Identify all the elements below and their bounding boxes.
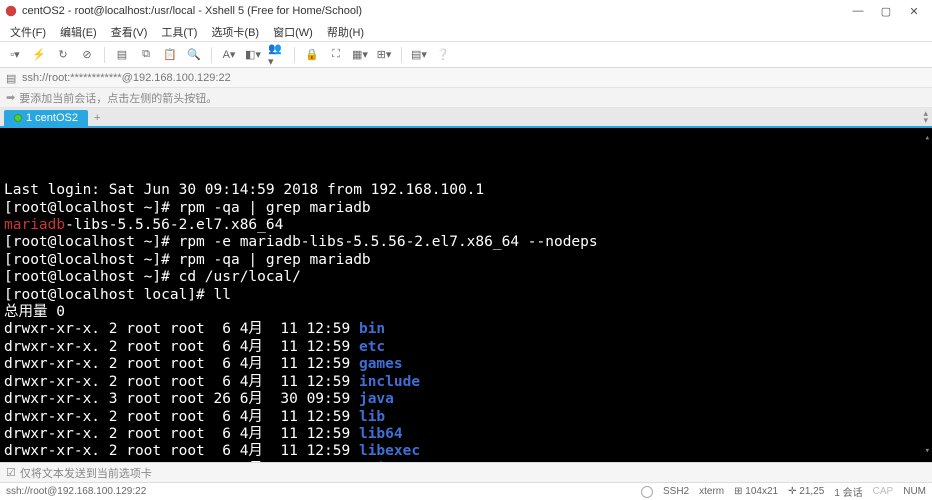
help-icon[interactable]: ❔ — [434, 46, 452, 64]
fullscreen-icon[interactable]: ⛶ — [327, 46, 345, 64]
address-text[interactable]: ssh://root:************@192.168.100.129:… — [22, 72, 231, 84]
status-size: ⊞ 104x21 — [734, 486, 778, 497]
titlebar: centOS2 - root@localhost:/usr/local - Xs… — [0, 0, 932, 22]
tab-label: 1 centOS2 — [26, 112, 78, 124]
status-num: NUM — [903, 486, 926, 497]
minimize-button[interactable]: — — [844, 1, 872, 21]
disconnect-icon[interactable]: ⊘ — [78, 46, 96, 64]
layout-icon[interactable]: ▦▾ — [351, 46, 369, 64]
palette-icon[interactable]: ◧▾ — [244, 46, 262, 64]
cursor-icon: ✛ — [788, 486, 796, 497]
menu-tools[interactable]: 工具(T) — [155, 22, 203, 42]
paste-icon[interactable]: 📋 — [161, 46, 179, 64]
script-icon[interactable]: ▤▾ — [410, 46, 428, 64]
address-bar: ▤ ssh://root:************@192.168.100.12… — [0, 68, 932, 88]
menu-help[interactable]: 帮助(H) — [321, 22, 370, 42]
users-icon[interactable]: 👥▾ — [268, 46, 286, 64]
toolbar-sep — [401, 47, 402, 63]
toolbar-sep — [211, 47, 212, 63]
status-cap: CAP — [873, 486, 894, 497]
checkbox-icon[interactable]: ☑ — [6, 466, 16, 479]
tab-session[interactable]: 1 centOS2 — [4, 110, 88, 126]
status-connection: ssh://root@192.168.100.129:22 — [6, 486, 146, 497]
add-tab-button[interactable]: + — [88, 110, 106, 126]
tile-icon[interactable]: ⊞▾ — [375, 46, 393, 64]
close-button[interactable]: ✕ — [900, 1, 928, 21]
properties-icon[interactable]: ▤ — [113, 46, 131, 64]
font-icon[interactable]: A▾ — [220, 46, 238, 64]
reconnect-icon[interactable]: ↻ — [54, 46, 72, 64]
toolbar: ▫▾ ⚡ ↻ ⊘ ▤ ⧉ 📋 🔍 A▾ ◧▾ 👥▾ 🔒 ⛶ ▦▾ ⊞▾ ▤▾ ❔ — [0, 42, 932, 68]
hint-text: 要添加当前会话，点击左侧的箭头按钮。 — [19, 90, 217, 106]
maximize-button[interactable]: ▢ — [872, 1, 900, 21]
status-termtype: xterm — [699, 486, 724, 497]
hint-bar: ➡ 要添加当前会话，点击左侧的箭头按钮。 — [0, 88, 932, 108]
app-icon — [4, 4, 18, 18]
status-sessions: 1 会话 — [834, 484, 862, 499]
status-cursor: ✛ 21,25 — [788, 486, 824, 497]
grid-icon: ⊞ — [734, 486, 742, 497]
speech-bubble-icon[interactable] — [641, 486, 653, 498]
copy-icon[interactable]: ⧉ — [137, 46, 155, 64]
new-session-icon[interactable]: ▫▾ — [6, 46, 24, 64]
window-title: centOS2 - root@localhost:/usr/local - Xs… — [22, 5, 844, 17]
scrollbar-down-icon[interactable]: ▾ — [925, 443, 930, 460]
bolt-icon[interactable]: ⚡ — [30, 46, 48, 64]
lock-icon[interactable]: 🔒 — [303, 46, 321, 64]
terminal[interactable]: ▴ ▾ Last login: Sat Jun 30 09:14:59 2018… — [0, 128, 932, 462]
toolbar-sep — [294, 47, 295, 63]
tab-bar: 1 centOS2 + ▴▾ — [0, 108, 932, 128]
toolbar-sep — [104, 47, 105, 63]
menu-edit[interactable]: 编辑(E) — [54, 22, 103, 42]
menubar: 文件(F) 编辑(E) 查看(V) 工具(T) 选项卡(B) 窗口(W) 帮助(… — [0, 22, 932, 42]
status-bar: ssh://root@192.168.100.129:22 SSH2 xterm… — [0, 482, 932, 500]
arrow-add-icon[interactable]: ➡ — [6, 91, 15, 104]
menu-window[interactable]: 窗口(W) — [267, 22, 319, 42]
scrollbar-up-icon[interactable]: ▴ — [925, 130, 930, 147]
status-dot-icon — [14, 114, 22, 122]
menu-options[interactable]: 选项卡(B) — [205, 22, 265, 42]
host-icon: ▤ — [6, 72, 18, 84]
status-protocol: SSH2 — [663, 486, 689, 497]
search-icon[interactable]: 🔍 — [185, 46, 203, 64]
input-mode-bar: ☑ 仅将文本发送到当前选项卡 — [0, 462, 932, 482]
tab-scroll-arrows[interactable]: ▴▾ — [923, 110, 928, 124]
input-mode-text: 仅将文本发送到当前选项卡 — [20, 465, 152, 481]
menu-view[interactable]: 查看(V) — [105, 22, 154, 42]
menu-file[interactable]: 文件(F) — [4, 22, 52, 42]
